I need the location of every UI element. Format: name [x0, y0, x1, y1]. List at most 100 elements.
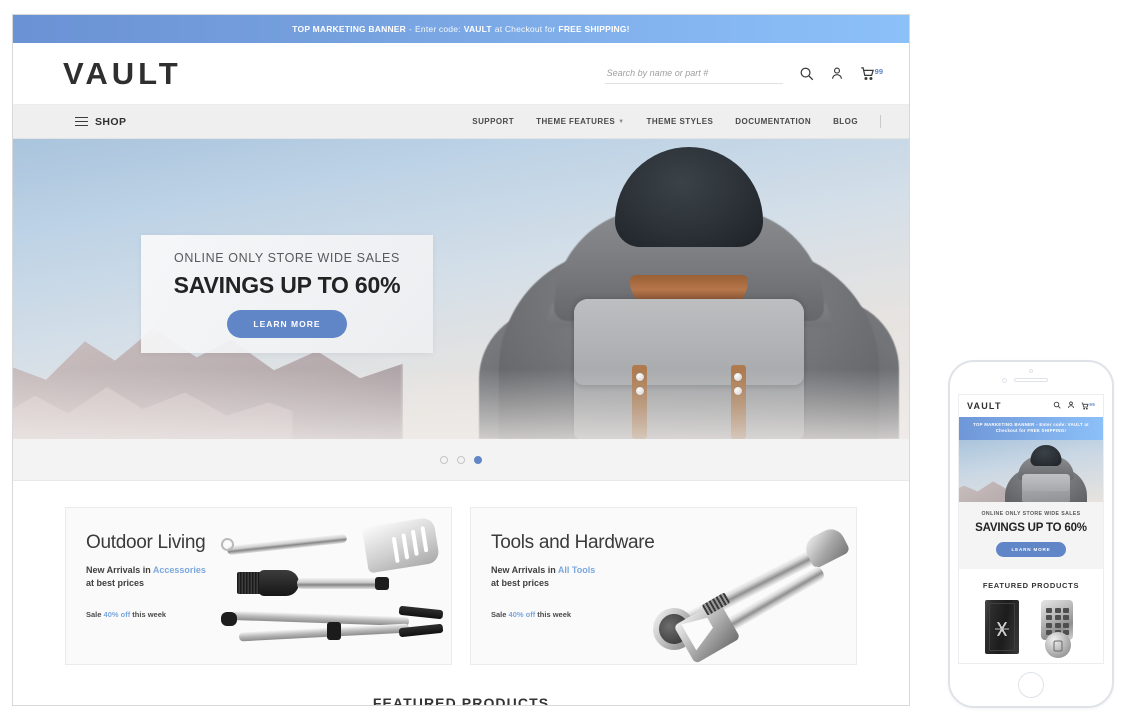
home-button[interactable] — [1018, 672, 1044, 698]
shop-menu-button[interactable]: SHOP — [75, 116, 126, 128]
mobile-hero-image — [959, 439, 1103, 502]
featured-products-heading: FEATURED PRODUCTS — [372, 695, 550, 706]
search-icon[interactable] — [799, 66, 814, 81]
desktop-site-preview: TOP MARKETING BANNER - Enter code: VAULT… — [12, 14, 910, 706]
main-navigation: SHOP SUPPORT THEME FEATURES ▼ THEME STYL… — [13, 105, 909, 139]
carousel-dot-2[interactable] — [457, 455, 465, 464]
mobile-backpack-body — [1022, 473, 1070, 502]
mobile-masthead-actions: 99 — [1053, 401, 1095, 411]
nav-item-theme-features[interactable]: THEME FEATURES ▼ — [536, 117, 624, 126]
mobile-marketing-banner[interactable]: TOP MARKETING BANNER - Enter code: VAULT… — [959, 417, 1103, 440]
mobile-backpack-flap — [1022, 473, 1070, 491]
search-input[interactable] — [604, 65, 783, 84]
sale-prefix: Sale — [491, 610, 507, 620]
banner-promo-code: VAULT — [463, 24, 492, 34]
mobile-hero-subtitle: ONLINE ONLY STORE WIDE SALES — [981, 510, 1081, 517]
mobile-user-icon[interactable] — [1067, 401, 1075, 411]
promo-card-tools-hardware[interactable]: Tools and Hardware New Arrivals in All T… — [470, 507, 857, 665]
mobile-banner-text-2: at — [1084, 422, 1089, 427]
carousel-dot-1[interactable] — [440, 455, 448, 464]
chevron-down-icon: ▼ — [618, 118, 625, 125]
mobile-banner-code: VAULT — [1067, 422, 1083, 427]
banner-free-shipping: FREE SHIPPING! — [558, 24, 630, 34]
promo-card-text: Tools and Hardware New Arrivals in All T… — [471, 508, 856, 619]
banner-text-2: at Checkout for — [494, 24, 556, 34]
nav-label: SUPPORT — [472, 117, 515, 126]
nav-links: SUPPORT THEME FEATURES ▼ THEME STYLES DO… — [472, 115, 881, 128]
promo-card-row: Outdoor Living New Arrivals in Accessori… — [13, 481, 909, 665]
tongs-arm-lower — [238, 623, 410, 642]
sale-prefix: Sale — [86, 610, 102, 620]
nav-item-support[interactable]: SUPPORT — [472, 117, 514, 126]
mobile-hero-title: SAVINGS UP TO 60% — [975, 521, 1087, 534]
door-knob — [1045, 631, 1071, 658]
mobile-backpacker-photo — [1003, 444, 1089, 502]
mobile-hero-text-block: ONLINE ONLY STORE WIDE SALES SAVINGS UP … — [959, 501, 1103, 569]
mobile-beanie-hat — [1030, 444, 1062, 466]
nav-item-theme-styles[interactable]: THEME STYLES — [647, 117, 714, 126]
mobile-site-logo[interactable]: VAULT — [967, 401, 1002, 411]
banner-dash: - — [409, 24, 413, 34]
carousel-pagination — [13, 439, 909, 481]
hero-subtitle: ONLINE ONLY STORE WIDE SALES — [174, 250, 400, 265]
carousel-dot-3-active[interactable] — [474, 455, 482, 464]
mobile-cart-button[interactable]: 99 — [1081, 402, 1095, 410]
nav-label: BLOG — [833, 117, 858, 126]
mobile-banner-free-shipping: FREE SHIPPING! — [1027, 428, 1067, 434]
proximity-sensor-icon — [1029, 369, 1033, 373]
promo-sale-line: Sale 40% off this week — [491, 610, 856, 619]
promo-subline: New Arrivals in Accessories at best pric… — [86, 564, 451, 590]
promo-category-link[interactable]: All Tools — [558, 565, 595, 575]
sale-suffix: this week — [537, 610, 572, 620]
site-masthead: VAULT Search by name or part # 99 — [13, 43, 909, 105]
earpiece-speaker — [1014, 378, 1048, 382]
sale-suffix: this week — [132, 610, 167, 620]
nav-item-blog[interactable]: BLOG — [833, 117, 858, 126]
mobile-learn-more-button[interactable]: LEARN MORE — [995, 541, 1067, 557]
site-logo[interactable]: VAULT — [63, 56, 182, 92]
promo-heading: Outdoor Living — [86, 532, 206, 553]
learn-more-button[interactable]: LEARN MORE — [227, 309, 347, 338]
mobile-site-preview: VAULT 99 TOP MARKETING BANNER - Enter co… — [958, 394, 1104, 664]
mobile-featured-products-heading: FEATURED PRODUCTS — [959, 568, 1103, 598]
banner-lead: TOP MARKETING BANNER — [292, 24, 406, 34]
mobile-device-mockup: VAULT 99 TOP MARKETING BANNER - Enter co… — [948, 360, 1114, 708]
mobile-masthead: VAULT 99 — [959, 395, 1103, 417]
promo-sale-line: Sale 40% off this week — [86, 610, 451, 619]
banner-text-1: Enter code: — [415, 24, 461, 34]
mobile-featured-product-row — [959, 598, 1103, 658]
promo-line-prefix: New Arrivals in — [86, 565, 151, 575]
screenshot-root: TOP MARKETING BANNER - Enter code: VAULT… — [0, 0, 1128, 720]
mobile-banner-dash: - — [1036, 422, 1038, 427]
promo-category-link[interactable]: Accessories — [153, 565, 206, 575]
nav-divider — [880, 115, 881, 128]
mobile-cart-count-badge: 99 — [1089, 402, 1095, 407]
promo-card-outdoor-living[interactable]: Outdoor Living New Arrivals in Accessori… — [65, 507, 452, 665]
promo-heading: Tools and Hardware — [491, 532, 655, 553]
hero-fog-overlay — [13, 369, 909, 439]
promo-line-2: at best prices — [86, 578, 145, 589]
promo-subline: New Arrivals in All Tools at best prices — [491, 564, 856, 590]
tongs-lock-clip — [327, 622, 341, 640]
mobile-banner-text-3: Checkout for — [995, 428, 1026, 434]
search-field-wrapper — [604, 63, 783, 84]
shop-label: SHOP — [95, 115, 127, 128]
promo-line-2: at best prices — [491, 578, 550, 589]
nav-item-documentation[interactable]: DOCUMENTATION — [735, 117, 811, 126]
keypad-door-lock-product-image[interactable] — [1037, 599, 1077, 658]
gun-safe-product-image[interactable] — [985, 599, 1019, 654]
sale-percent: 40% off — [508, 610, 536, 620]
nav-label: THEME FEATURES — [536, 117, 616, 126]
top-marketing-banner[interactable]: TOP MARKETING BANNER - Enter code: VAULT… — [13, 15, 909, 43]
sale-percent: 40% off — [103, 610, 131, 620]
promo-card-text: Outdoor Living New Arrivals in Accessori… — [66, 508, 451, 619]
safe-spoke-handle-icon — [995, 622, 1009, 637]
nav-label: THEME STYLES — [646, 117, 714, 126]
front-camera-icon — [1002, 378, 1007, 383]
mobile-search-icon[interactable] — [1053, 401, 1062, 411]
user-icon[interactable] — [830, 66, 844, 81]
cart-button[interactable]: 99 — [860, 66, 883, 81]
masthead-actions: 99 — [604, 63, 883, 84]
nav-label: DOCUMENTATION — [735, 117, 812, 126]
promo-line-prefix: New Arrivals in — [491, 565, 556, 575]
